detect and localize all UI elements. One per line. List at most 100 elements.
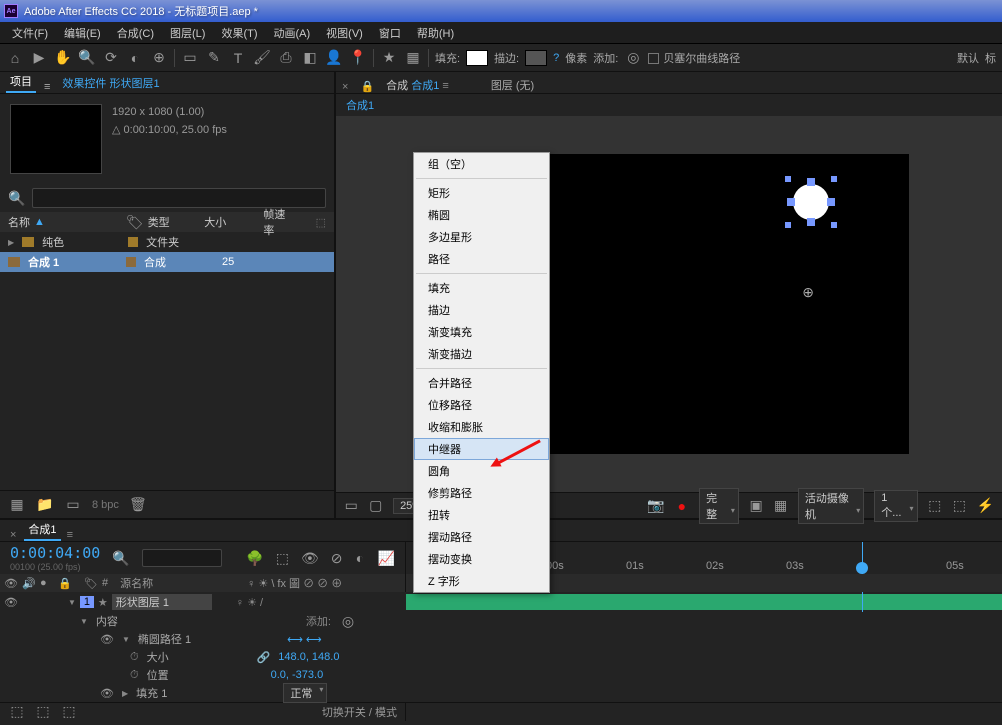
shape-tool-icon[interactable]: ★ — [380, 49, 398, 67]
fast-preview-icon[interactable]: ⚡ — [977, 497, 994, 515]
roi-icon[interactable]: ▣ — [749, 497, 764, 515]
rotate-tool-icon[interactable]: ◐ — [126, 49, 144, 67]
views-dropdown[interactable]: 1个... — [874, 490, 917, 522]
menu-item-repeater[interactable]: 中继器 — [414, 438, 549, 460]
toggle-footer-label[interactable]: 切换开关 / 模式 — [322, 704, 397, 720]
rectangle-tool-icon[interactable]: ▭ — [181, 49, 199, 67]
new-folder-icon[interactable]: 📁 — [36, 496, 54, 514]
motion-blur-icon[interactable]: ◐ — [355, 549, 366, 567]
menu-item-pucker-bloat[interactable]: 收缩和膨胀 — [414, 416, 549, 438]
shy-icon[interactable]: 👁 — [301, 549, 319, 567]
comp-mini-icon[interactable]: 🌳 — [246, 549, 263, 567]
property-size[interactable]: ⏱ 大小 🔗 148.0, 148.0 — [0, 648, 1002, 666]
composition-breadcrumb[interactable]: 合成1 — [336, 94, 1002, 116]
add-target-icon[interactable]: ◎ — [624, 49, 642, 67]
menu-item-wiggle-transform[interactable]: 摆动变换 — [414, 548, 549, 570]
playhead[interactable] — [862, 542, 863, 574]
interpret-icon[interactable]: ▦ — [8, 496, 26, 514]
snapshot-icon[interactable]: 📷 — [647, 497, 664, 515]
stopwatch-icon[interactable]: ⏱ — [130, 651, 139, 664]
layer-tab[interactable]: 图层 (无) — [491, 77, 534, 93]
menu-item-path[interactable]: 路径 — [414, 248, 549, 270]
menu-window[interactable]: 窗口 — [371, 23, 409, 43]
show-channel-icon[interactable]: ● — [675, 497, 690, 515]
graph-editor-icon[interactable]: 📈 — [378, 549, 395, 567]
menu-item-gradient-fill[interactable]: 渐变填充 — [414, 321, 549, 343]
menu-item-twist[interactable]: 扭转 — [414, 504, 549, 526]
menu-item-offset-paths[interactable]: 位移路径 — [414, 394, 549, 416]
menu-view[interactable]: 视图(V) — [318, 23, 371, 43]
menu-composition[interactable]: 合成(C) — [109, 23, 162, 43]
pen-tool-icon[interactable]: ✎ — [205, 49, 223, 67]
project-item-folder[interactable]: ▶ 纯色 文件夹 — [0, 232, 334, 252]
toggle-alpha-icon[interactable]: ▢ — [369, 497, 384, 515]
menu-animation[interactable]: 动画(A) — [266, 23, 319, 43]
project-tab[interactable]: 项目 — [6, 71, 36, 93]
menu-item-ellipse[interactable]: 椭圆 — [414, 204, 549, 226]
property-ellipse-path[interactable]: 👁▼ 椭圆路径 1 ⟷ ⟷ — [0, 630, 1002, 648]
new-comp-icon[interactable]: ▭ — [64, 496, 82, 514]
toggle-modes-icon[interactable]: ⬚ — [34, 703, 52, 721]
property-position[interactable]: ⏱ 位置 0.0, -373.0 — [0, 666, 1002, 684]
fill-color-swatch[interactable] — [466, 50, 488, 66]
menu-item-stroke[interactable]: 描边 — [414, 299, 549, 321]
timeline-search-input[interactable] — [142, 549, 223, 567]
zoom-tool-icon[interactable]: 🔍 — [78, 49, 96, 67]
menu-layer[interactable]: 图层(L) — [162, 23, 213, 43]
menu-item-fill[interactable]: 填充 — [414, 277, 549, 299]
text-tool-icon[interactable]: T — [229, 49, 247, 67]
eraser-tool-icon[interactable]: ◧ — [301, 49, 319, 67]
menu-item-merge-paths[interactable]: 合并路径 — [414, 372, 549, 394]
grid-tool-icon[interactable]: ▦ — [404, 49, 422, 67]
lock-icon[interactable]: 🔒 — [360, 80, 374, 93]
menu-item-gradient-stroke[interactable]: 渐变描边 — [414, 343, 549, 365]
composition-thumbnail[interactable] — [10, 104, 102, 174]
magnify-icon[interactable]: ▭ — [344, 497, 359, 515]
brush-tool-icon[interactable]: 🖌 — [253, 49, 271, 67]
puppet-tool-icon[interactable]: 📍 — [349, 49, 367, 67]
bpc-button[interactable]: 8 bpc — [92, 499, 119, 511]
position-value[interactable]: 0.0, -373.0 — [271, 669, 324, 681]
property-contents[interactable]: ▼ 内容 添加: ◎ — [0, 612, 1002, 630]
menu-item-trim-paths[interactable]: 修剪路径 — [414, 482, 549, 504]
layer-name[interactable]: 形状图层 1 — [112, 594, 212, 610]
layer-duration-bar[interactable] — [406, 594, 1002, 610]
menu-item-round-corners[interactable]: 圆角 — [414, 460, 549, 482]
clone-tool-icon[interactable]: ⎙ — [277, 49, 295, 67]
menu-help[interactable]: 帮助(H) — [409, 23, 462, 43]
resolution-dropdown[interactable]: 完整 — [699, 488, 739, 524]
project-search-input[interactable] — [32, 188, 326, 208]
menu-edit[interactable]: 编辑(E) — [56, 23, 109, 43]
draft-3d-icon[interactable]: ⬚ — [276, 549, 289, 567]
default-workspace-button[interactable]: 默认 — [957, 50, 979, 66]
toggle-switches-icon[interactable]: ⬚ — [8, 703, 26, 721]
menu-item-rectangle[interactable]: 矩形 — [414, 182, 549, 204]
menu-item-polystar[interactable]: 多边星形 — [414, 226, 549, 248]
effect-controls-tab[interactable]: 效果控件 形状图层1 — [58, 73, 163, 93]
stroke-color-swatch[interactable] — [525, 50, 547, 66]
timeline-layer-row[interactable]: 👁 ▼ 1 ★ 形状图层 1 ♀ ☀ / — [0, 592, 1002, 612]
close-panel-icon[interactable]: × — [342, 81, 348, 93]
orbit-tool-icon[interactable]: ⟳ — [102, 49, 120, 67]
menu-item-group[interactable]: 组（空） — [414, 153, 549, 175]
property-fill[interactable]: 👁▶ 填充 1 正常 — [0, 684, 1002, 702]
anchor-point-icon[interactable]: ⊕ — [802, 284, 814, 301]
pixel-aspect-icon[interactable]: ⬚ — [952, 497, 967, 515]
blend-mode-dropdown[interactable]: 正常 — [283, 683, 327, 703]
close-icon[interactable]: × — [10, 529, 16, 541]
toggle-parent-icon[interactable]: ⬚ — [60, 703, 78, 721]
standard-button[interactable]: 标 — [985, 50, 996, 66]
roto-tool-icon[interactable]: 👤 — [325, 49, 343, 67]
current-timecode[interactable]: 0:00:04:00 — [10, 544, 100, 562]
stopwatch-icon[interactable]: ⏱ — [130, 669, 139, 682]
hand-tool-icon[interactable]: ✋ — [54, 49, 72, 67]
menu-file[interactable]: 文件(F) — [4, 23, 56, 43]
composition-tab-group[interactable]: 合成 合成1 ≡ — [386, 77, 449, 93]
home-icon[interactable]: ⌂ — [6, 49, 24, 67]
menu-item-wiggle-paths[interactable]: 摆动路径 — [414, 526, 549, 548]
flowchart-icon[interactable]: ⬚ — [316, 216, 326, 229]
size-value[interactable]: 148.0, 148.0 — [278, 651, 339, 663]
frame-blend-icon[interactable]: ⊘ — [331, 549, 343, 567]
project-item-composition[interactable]: 合成 1 合成 25 — [0, 252, 334, 272]
3d-view-icon[interactable]: ⬚ — [928, 497, 943, 515]
